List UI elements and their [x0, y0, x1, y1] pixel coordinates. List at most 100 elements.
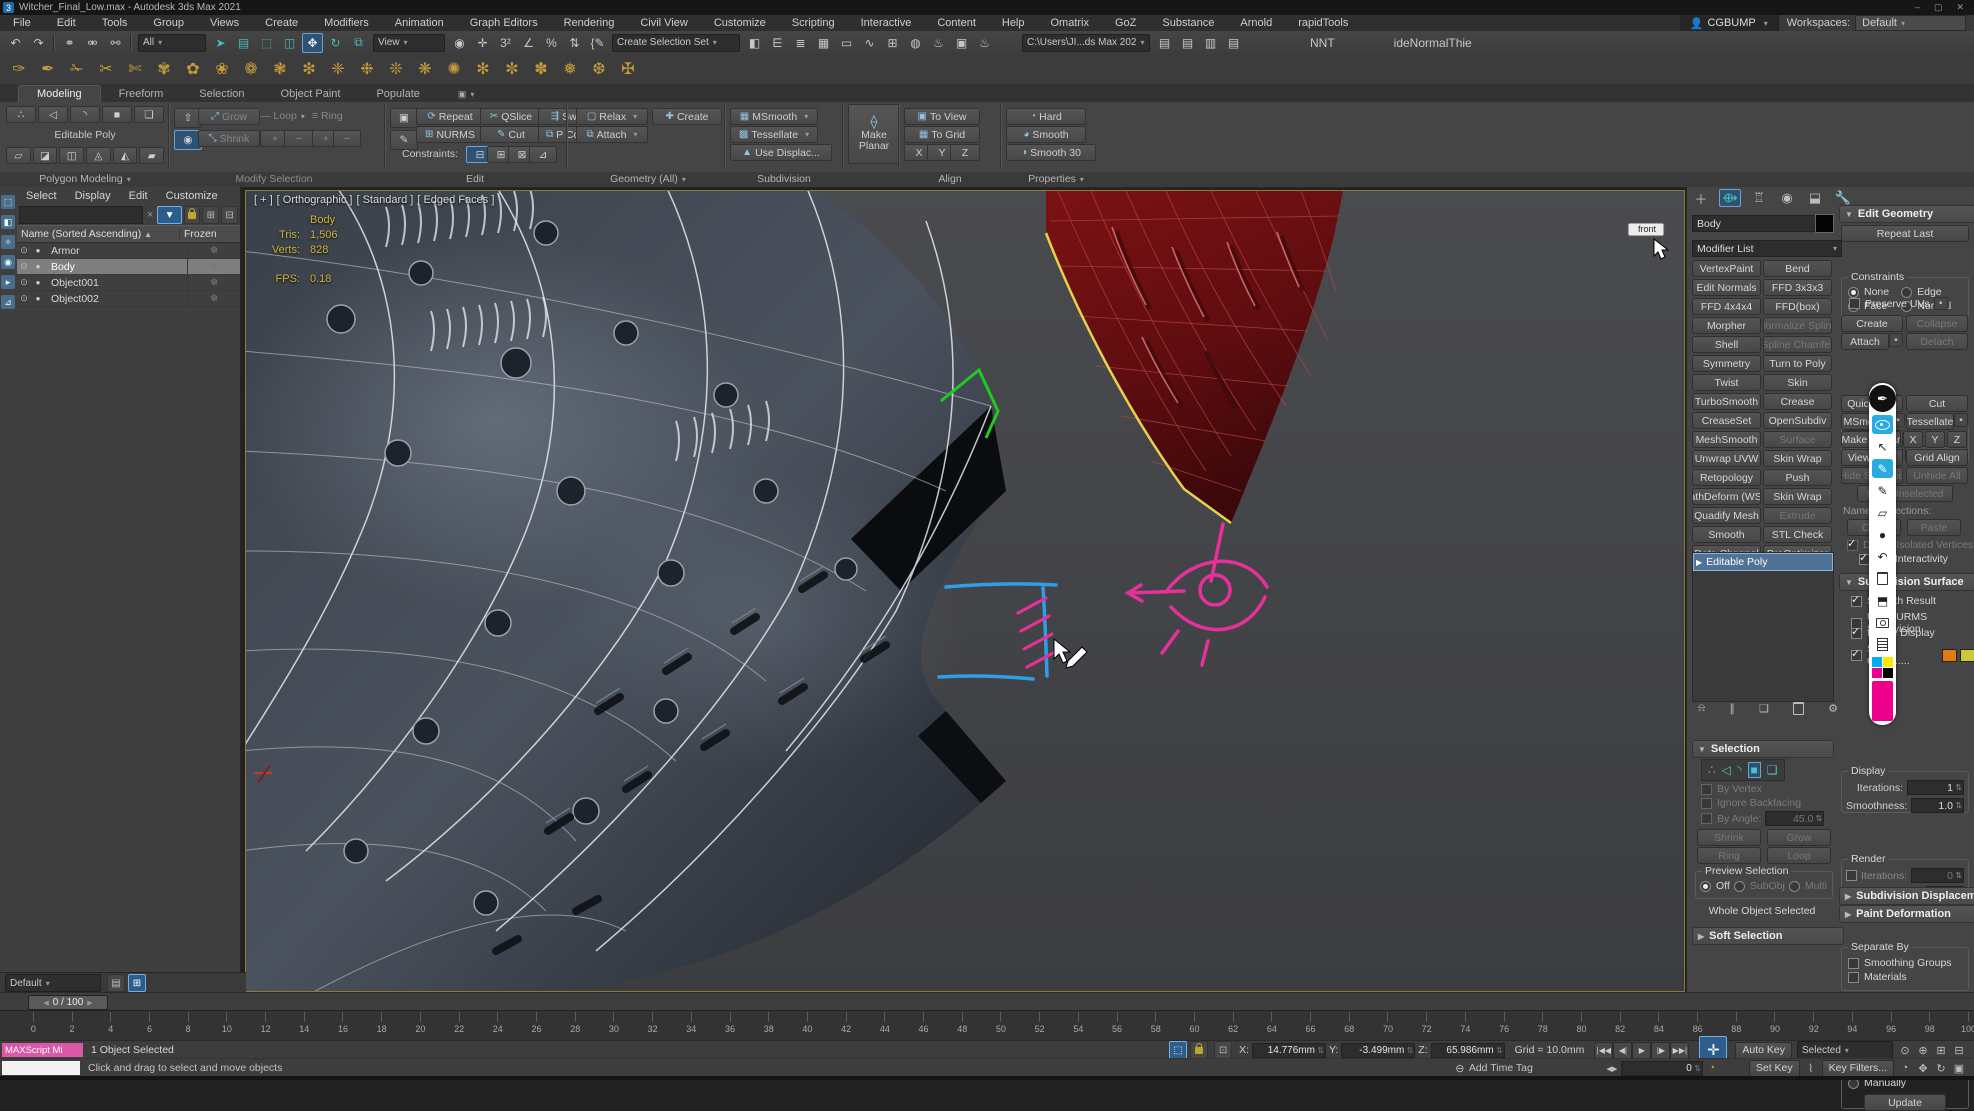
qslice-button[interactable]: ✂QSlice: [480, 108, 542, 125]
repeat-button[interactable]: ⟳Repeat: [416, 108, 484, 125]
ribbon-minimize-button[interactable]: ▣: [452, 87, 481, 102]
smoothing-groups-checkbox[interactable]: Smoothing Groups: [1848, 957, 1968, 969]
attach-settings-icon[interactable]: ▪: [1889, 333, 1903, 347]
plugin-tool-icon[interactable]: ❋: [414, 59, 436, 79]
preview-multi-radio[interactable]: Multi: [1789, 880, 1827, 892]
selection-set-dropdown[interactable]: Create Selection Set: [612, 34, 740, 52]
current-frame-field[interactable]: 0: [1621, 1061, 1703, 1076]
toolbar-icon[interactable]: ▤: [1177, 33, 1198, 53]
update-button[interactable]: Update: [1864, 1094, 1946, 1111]
go-to-end-button[interactable]: ▶▶|: [1670, 1042, 1689, 1059]
expand-stack-icon[interactable]: ▶: [1696, 558, 1702, 567]
grow-button[interactable]: Grow: [1767, 829, 1831, 846]
selection-rollout-header[interactable]: ▼Selection: [1692, 740, 1834, 758]
render-iterations-checkbox[interactable]: [1846, 870, 1857, 881]
explorer-object-row[interactable]: ⊙ ● Armor ❆: [17, 243, 240, 259]
modify-tab-icon[interactable]: ⟴: [1719, 189, 1741, 207]
plugin-tool-icon[interactable]: ✺: [443, 59, 465, 79]
frozen-toggle-icon[interactable]: ❆: [187, 243, 240, 258]
attach-button[interactable]: Attach: [1841, 333, 1889, 350]
previous-modifier-icon[interactable]: ▰: [139, 147, 164, 164]
plugin-tool-icon[interactable]: ❁: [240, 59, 262, 79]
field-of-view-icon[interactable]: ◔: [1896, 1061, 1914, 1076]
loop-shrink-button[interactable]: −: [284, 130, 314, 147]
shrink-button[interactable]: ⤡Shrink: [198, 130, 260, 147]
viewport-label-segment[interactable]: [ + ]: [254, 194, 273, 206]
element-mode-icon[interactable]: ❑: [1767, 763, 1778, 777]
explorer-column-header[interactable]: Name (Sorted Ascending) ▲ Frozen: [17, 225, 240, 243]
notes-clipboard-icon[interactable]: [1872, 635, 1893, 654]
previous-frame-button[interactable]: ◀|: [1613, 1042, 1632, 1059]
create-button[interactable]: ✚Create: [652, 108, 722, 125]
toolbar-icon[interactable]: ⚮: [82, 33, 103, 53]
color-magenta[interactable]: [1872, 668, 1882, 678]
paint-deformation-rollout-header[interactable]: ▶Paint Deformation: [1839, 905, 1974, 923]
object-name-field[interactable]: Body: [1692, 215, 1818, 232]
soft-selection-rollout-header[interactable]: ▶Soft Selection: [1692, 927, 1844, 945]
toolbar-icon[interactable]: %: [541, 33, 562, 53]
modifier-button[interactable]: Extrude: [1763, 507, 1832, 524]
toolbar-icon[interactable]: ⚯: [105, 33, 126, 53]
modifier-button[interactable]: Shell: [1692, 336, 1761, 353]
modifier-button[interactable]: Turn to Poly: [1763, 355, 1832, 372]
border-mode-icon[interactable]: ◝: [1737, 763, 1742, 777]
planar-z-button[interactable]: Z: [1947, 431, 1967, 448]
create-button[interactable]: Create: [1841, 315, 1903, 332]
ribbon-tab[interactable]: Freeform: [101, 86, 182, 102]
ribbon-tab[interactable]: Selection: [181, 86, 262, 102]
modifier-button[interactable]: Skin Wrap: [1763, 450, 1832, 467]
menu-item[interactable]: Tools: [89, 15, 141, 31]
visibility-eye-icon[interactable]: ⊙: [17, 245, 31, 256]
viewport[interactable]: [ + ][ Orthographic ][ Standard ][ Edged…: [245, 190, 1685, 992]
menu-item[interactable]: Graph Editors: [457, 15, 551, 31]
cut-button[interactable]: Cut: [1906, 395, 1968, 412]
track-bar[interactable]: 0246810121416182022242628303234363840424…: [0, 1010, 1974, 1041]
explorer-menu-item[interactable]: Edit: [120, 190, 157, 202]
plugin-tool-icon[interactable]: ✽: [530, 59, 552, 79]
eraser-tool-icon[interactable]: ▱: [1872, 503, 1893, 522]
clear-screen-trash-icon[interactable]: [1872, 569, 1893, 588]
minimize-button[interactable]: –: [1915, 2, 1920, 13]
whiteboard-icon[interactable]: ⬒: [1872, 591, 1893, 610]
layer-list-icon[interactable]: ▤: [107, 974, 125, 992]
menu-item[interactable]: Edit: [44, 15, 89, 31]
plugin-tool-icon[interactable]: ❈: [327, 59, 349, 79]
menu-item[interactable]: GoZ: [1102, 15, 1149, 31]
next-modifier-icon[interactable]: ◭: [113, 147, 138, 164]
ribbon-tab[interactable]: Populate: [358, 86, 437, 102]
toggle-visibility-eye-icon[interactable]: [1872, 415, 1893, 434]
edit-geometry-rollout-header[interactable]: ▼Edit Geometry: [1839, 205, 1974, 223]
display-smoothness-spinner[interactable]: 1.0: [1911, 798, 1964, 813]
menu-item[interactable]: Customize: [701, 15, 779, 31]
toolbar-icon[interactable]: ≣: [790, 33, 811, 53]
plugin-tool-icon[interactable]: ✼: [501, 59, 523, 79]
by-angle-checkbox[interactable]: By Angle: 45.0: [1701, 811, 1824, 826]
attach-button[interactable]: ⧉Attach: [576, 126, 648, 143]
viewport-label-segment[interactable]: [ Standard ]: [356, 194, 413, 206]
smooth-button[interactable]: ◕Smooth: [1006, 126, 1086, 143]
toolbar-icon[interactable]: ⚭: [59, 33, 80, 53]
explorer-display-toggle-icon[interactable]: ◧: [1, 215, 15, 229]
menu-item[interactable]: Civil View: [627, 15, 700, 31]
nnt-script-button[interactable]: NNT: [1301, 33, 1344, 53]
toolbar-icon[interactable]: ♨: [928, 33, 949, 53]
toolbar-icon[interactable]: ∠: [518, 33, 539, 53]
maxscript-input-field[interactable]: [2, 1061, 80, 1075]
toolbar-icon[interactable]: {✎: [587, 33, 608, 53]
z-coordinate-field[interactable]: 65.986mm: [1431, 1043, 1505, 1058]
explorer-object-row[interactable]: ⊙ ● Object002 ❆: [17, 291, 240, 307]
color-cyan[interactable]: [1872, 657, 1882, 667]
modifier-button[interactable]: Symmetry: [1692, 355, 1761, 372]
grow-button[interactable]: ⤢Grow: [198, 108, 260, 125]
subdivision-panel-label[interactable]: Subdivision: [730, 173, 838, 185]
annotation-pen-handle-icon[interactable]: ✒: [1869, 385, 1896, 412]
viewport-canvas[interactable]: [246, 191, 1684, 991]
menu-item[interactable]: Group: [140, 15, 197, 31]
auto-key-button[interactable]: Auto Key: [1735, 1042, 1792, 1059]
selection-filter-dropdown[interactable]: All: [138, 34, 206, 52]
modifier-button[interactable]: CreaseSet: [1692, 412, 1761, 429]
vertex-mode-icon[interactable]: ∴: [1708, 763, 1716, 777]
align-to-view-button[interactable]: ▣To View: [904, 108, 980, 125]
toolbar-icon[interactable]: 3²: [495, 33, 516, 53]
ribbon-tab[interactable]: Object Paint: [263, 86, 359, 102]
